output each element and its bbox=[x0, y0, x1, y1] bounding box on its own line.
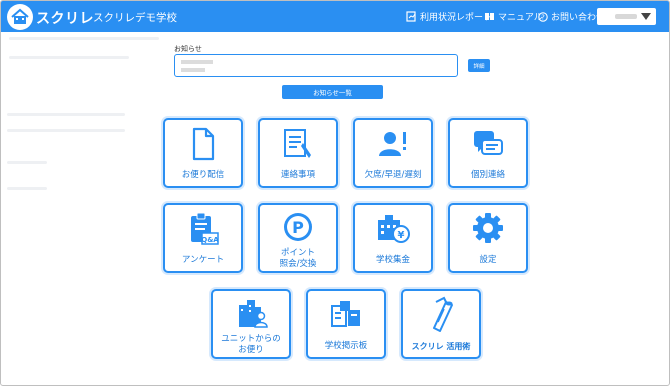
tile-announcements[interactable]: 連絡事項 bbox=[258, 118, 338, 188]
background-mark bbox=[9, 37, 159, 40]
tile-points[interactable]: P ポイント 照会/交換 bbox=[258, 203, 338, 273]
notice-box[interactable] bbox=[174, 54, 458, 77]
header-bar: スクリレ スクリレデモ学校 利用状況レポート マニュアル ? お問い合わせ bbox=[1, 1, 669, 32]
tile-label: ユニットからの お便り bbox=[213, 334, 289, 356]
notice-detail-button[interactable]: 詳細 bbox=[468, 59, 490, 72]
book-icon bbox=[485, 13, 494, 20]
tile-bulletin-board[interactable]: 学校掲示板 bbox=[306, 289, 386, 359]
bulletin-board-icon bbox=[308, 298, 384, 330]
point-text: P bbox=[292, 218, 304, 237]
tile-label: ポイント 照会/交換 bbox=[260, 248, 336, 270]
tile-label: スクリレ 活用術 bbox=[411, 342, 471, 351]
tile-label-line2: お便り bbox=[238, 345, 264, 355]
tile-label: 連絡事項 bbox=[280, 170, 315, 180]
background-mark bbox=[7, 129, 125, 132]
tile-label-line1: ポイント bbox=[280, 248, 315, 258]
report-icon bbox=[406, 11, 416, 22]
rolled-paper-icon bbox=[403, 296, 479, 332]
svg-text:?: ? bbox=[541, 13, 545, 21]
tile-usage-tips[interactable]: スクリレ 活用術 bbox=[401, 289, 481, 359]
tile-label: 学校掲示板 bbox=[324, 341, 368, 351]
app-title[interactable]: スクリレ bbox=[36, 8, 94, 28]
tile-label-line1: ユニットからの bbox=[221, 334, 281, 344]
qa-text: Q&A bbox=[201, 236, 219, 244]
background-mark bbox=[9, 56, 129, 59]
tile-unit-letters[interactable]: ユニットからの お便り bbox=[211, 289, 291, 359]
tile-settings[interactable]: 設定 bbox=[448, 203, 528, 273]
manual-link[interactable]: マニュアル bbox=[484, 10, 543, 23]
background-mark bbox=[7, 161, 47, 164]
tile-label: お便り配信 bbox=[181, 170, 225, 180]
person-alert-icon bbox=[355, 127, 431, 161]
help-icon: ? bbox=[538, 11, 548, 22]
tile-school-payment[interactable]: ¥ 学校集金 bbox=[353, 203, 433, 273]
chevron-down-icon bbox=[641, 13, 651, 20]
tile-label: アンケート bbox=[181, 255, 225, 265]
tile-label: 欠席/早退/遅刻 bbox=[364, 170, 422, 180]
tile-label: 個別連絡 bbox=[470, 170, 505, 180]
notepad-pen-icon bbox=[260, 127, 336, 161]
tile-absence[interactable]: 欠席/早退/遅刻 bbox=[353, 118, 433, 188]
tile-survey[interactable]: Q&A アンケート bbox=[163, 203, 243, 273]
logo-icon[interactable] bbox=[7, 4, 33, 30]
background-mark bbox=[7, 113, 125, 116]
buildings-person-icon bbox=[213, 297, 289, 329]
notice-list-button[interactable]: お知らせ一覧 bbox=[282, 85, 383, 99]
manual-label: マニュアル bbox=[498, 13, 543, 23]
usage-report-label: 利用状況レポート bbox=[420, 13, 493, 23]
gear-icon bbox=[450, 211, 526, 245]
point-coin-icon: P bbox=[260, 211, 336, 243]
redacted-notice-text bbox=[181, 68, 205, 72]
notice-label: お知らせ bbox=[174, 45, 202, 53]
contact-link[interactable]: ? お問い合わせ bbox=[538, 10, 605, 23]
yen-text: ¥ bbox=[398, 230, 405, 241]
tile-label: 設定 bbox=[479, 255, 497, 265]
chat-bubbles-icon bbox=[450, 127, 526, 161]
document-icon bbox=[165, 127, 241, 161]
background-mark bbox=[7, 187, 47, 190]
usage-report-link[interactable]: 利用状況レポート bbox=[406, 10, 492, 23]
tile-label: 学校集金 bbox=[375, 255, 410, 265]
tile-individual-contact[interactable]: 個別連絡 bbox=[448, 118, 528, 188]
user-select[interactable] bbox=[597, 8, 656, 25]
clipboard-qa-icon: Q&A bbox=[165, 212, 241, 246]
app-window: スクリレ スクリレデモ学校 利用状況レポート マニュアル ? お問い合わせ お知… bbox=[0, 0, 670, 386]
redacted-notice-text bbox=[181, 60, 213, 64]
school-name: スクリレデモ学校 bbox=[93, 12, 177, 24]
tile-label-line2: 照会/交換 bbox=[279, 259, 317, 269]
tile-letter-delivery[interactable]: お便り配信 bbox=[163, 118, 243, 188]
redacted-user-name bbox=[615, 14, 637, 19]
school-yen-icon: ¥ bbox=[355, 212, 431, 244]
